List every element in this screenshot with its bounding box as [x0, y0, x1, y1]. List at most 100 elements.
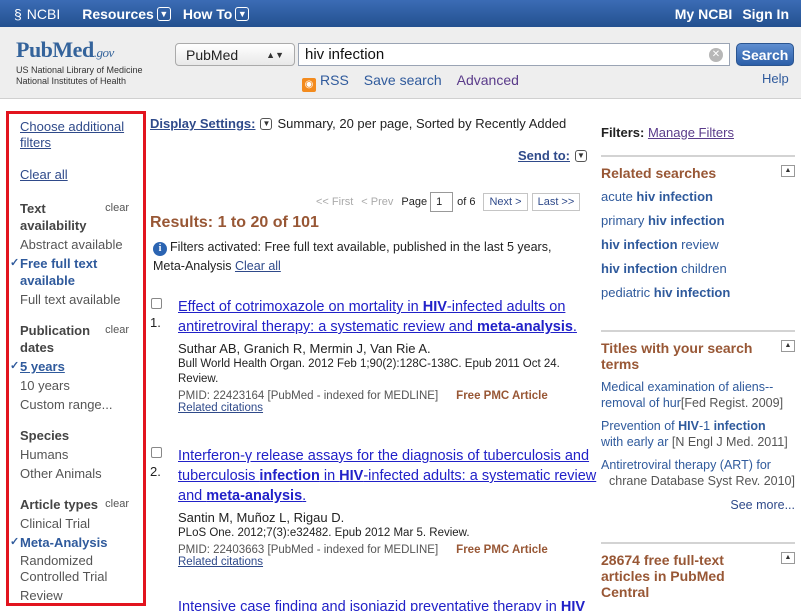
page-number-input[interactable]: 1: [430, 192, 454, 212]
result-pmid: PMID: 22423164 [PubMed - indexed for MED…: [178, 390, 439, 402]
title-item-link[interactable]: Antiretroviral therapy (ART) for chrane …: [601, 457, 795, 489]
display-settings[interactable]: Display Settings: ▼ Summary, 20 per page…: [150, 116, 566, 131]
title-part: HIV: [339, 468, 364, 484]
choose-filters-link[interactable]: Choose additional filters: [20, 119, 143, 151]
first-page-link: << First: [316, 196, 354, 208]
title-item-link[interactable]: Prevention of HIV-1 infection with early…: [601, 418, 795, 450]
result-title-link[interactable]: Interferon-γ release assays for the diag…: [178, 446, 600, 506]
next-page-button[interactable]: Next >: [483, 193, 528, 211]
result-checkbox[interactable]: [151, 298, 162, 309]
term-part: hiv infection: [647, 213, 725, 228]
related-citations-link[interactable]: Related citations: [178, 556, 600, 568]
clear-all-filters-link[interactable]: Clear all: [20, 167, 143, 183]
last-page-button[interactable]: Last >>: [531, 193, 581, 211]
howto-menu[interactable]: How To ▼: [183, 6, 250, 22]
result-number: 2.: [150, 464, 161, 479]
search-button[interactable]: Search: [736, 43, 794, 66]
filter-item-custom-range[interactable]: Custom range...: [20, 396, 143, 413]
clear-group-link[interactable]: clear: [105, 496, 129, 513]
titles-title: Titles with your search terms: [601, 340, 753, 372]
related-search-link[interactable]: acute hiv infection: [601, 185, 795, 209]
clear-group-link[interactable]: clear: [105, 200, 129, 234]
related-search-link[interactable]: pediatric hiv infection: [601, 281, 795, 305]
filter-item-10-years[interactable]: 10 years: [20, 377, 143, 394]
logo-subtitle-1: US National Library of Medicine: [16, 65, 143, 75]
clear-group-link[interactable]: clear: [105, 322, 129, 356]
title-part: in: [319, 468, 340, 484]
related-search-link[interactable]: hiv infection children: [601, 257, 795, 281]
free-pmc-link[interactable]: Free PMC Article: [456, 390, 548, 402]
search-input[interactable]: hiv infection ✕: [298, 43, 730, 66]
filter-item-humans[interactable]: Humans: [20, 446, 143, 463]
term-part: pediatric: [601, 285, 654, 300]
logo-subtitle-2: National Institutes of Health: [16, 76, 127, 86]
clear-all-link[interactable]: Clear all: [235, 259, 281, 273]
result-authors: Suthar AB, Granich R, Mermin J, Van Rie …: [178, 341, 431, 356]
filter-sidebar: Choose additional filters Clear all Text…: [6, 111, 146, 606]
logo-gov: .gov: [93, 45, 115, 60]
pubmed-logo[interactable]: PubMed.gov US National Library of Medici…: [16, 37, 143, 87]
result-journal: PLoS One. 2012;7(3):e32482. Epub 2012 Ma…: [178, 527, 470, 539]
filter-item-meta-analysis[interactable]: Meta-Analysis: [10, 534, 143, 551]
title-item-link[interactable]: Medical examination of aliens-- removal …: [601, 379, 795, 411]
filter-group-title: Publication dates: [20, 323, 91, 355]
title-source: [N Engl J Med. 2011]: [671, 435, 788, 449]
send-to-menu[interactable]: Send to: ▼: [518, 148, 592, 163]
free-full-text-panel: 28674 free full-text articles in PubMed …: [601, 542, 795, 600]
filter-item-clinical-trial[interactable]: Clinical Trial: [20, 515, 143, 532]
sign-in-link[interactable]: Sign In: [742, 6, 789, 22]
related-search-link[interactable]: primary hiv infection: [601, 209, 795, 233]
result-title-link[interactable]: Intensive case finding and isoniazid pre…: [178, 597, 600, 611]
result-authors: Santin M, Muñoz L, Rigau D.: [178, 510, 345, 525]
filter-group-article-types: Article types clear Clinical Trial Meta-A…: [10, 496, 143, 603]
clear-icon[interactable]: ✕: [709, 48, 723, 62]
filter-item-review[interactable]: Review: [20, 587, 143, 603]
filter-item-rct[interactable]: Randomized Controlled Trial: [20, 553, 143, 585]
collapse-icon[interactable]: ▲: [781, 340, 795, 352]
page-label: Page: [401, 196, 428, 208]
filter-item-other-animals[interactable]: Other Animals: [20, 465, 143, 482]
database-value: PubMed: [186, 46, 239, 63]
title-part: .: [572, 319, 577, 335]
filter-item-5-years[interactable]: 5 years: [10, 358, 143, 375]
collapse-icon[interactable]: ▲: [781, 165, 795, 177]
term-part: hiv infection: [601, 261, 678, 276]
collapse-icon[interactable]: ▲: [781, 552, 795, 564]
title-part: HIV: [560, 599, 586, 611]
filter-item-abstract[interactable]: Abstract available: [20, 236, 143, 253]
save-search-link[interactable]: Save search: [364, 72, 442, 92]
result-checkbox[interactable]: [151, 447, 162, 458]
filter-group-publication-dates: Publication datesclear 5 years 10 years …: [10, 322, 143, 413]
result-title-link[interactable]: Effect of cotrimoxazole on mortality in …: [178, 297, 600, 337]
my-ncbi-link[interactable]: My NCBI: [675, 6, 733, 22]
titles-search-terms-panel: Titles with your search terms ▲ Medical e…: [601, 330, 795, 512]
database-select[interactable]: PubMed ▲▼: [175, 43, 295, 66]
term-part: hiv infection: [601, 237, 678, 252]
rss-link[interactable]: ◉ RSS: [302, 72, 349, 92]
title-part: meta-analysis: [477, 319, 573, 335]
rss-icon: ◉: [302, 78, 316, 92]
result-item: 1. Effect of cotrimoxazole on mortality …: [150, 297, 600, 414]
see-more-link[interactable]: See more...: [601, 498, 795, 512]
results-count-title: Results: 1 to 20 of 101: [150, 214, 319, 231]
filter-group-text-availability: Text availability clear Abstract availabl…: [10, 200, 143, 308]
resources-menu[interactable]: Resources ▼: [82, 6, 171, 22]
ncbi-home-link[interactable]: § NCBI: [14, 6, 60, 22]
advanced-link[interactable]: Advanced: [457, 72, 519, 92]
help-link[interactable]: Help: [762, 71, 789, 86]
filter-group-title: Text availability: [20, 201, 87, 233]
free-pmc-link[interactable]: Free PMC Article: [456, 544, 548, 556]
page-count: of 6: [457, 196, 476, 208]
logo-med: Med: [52, 37, 94, 62]
term-part: review: [677, 237, 719, 252]
filter-item-full-text[interactable]: Full text available: [20, 291, 143, 308]
filter-item-free-full-text[interactable]: Free full text available: [10, 255, 143, 289]
search-input-value: hiv infection: [305, 46, 385, 63]
related-search-link[interactable]: hiv infection review: [601, 233, 795, 257]
term-part: primary: [601, 213, 648, 228]
chevron-down-icon: ▼: [575, 149, 587, 162]
title-source: [Fed Regist. 2009]: [680, 396, 784, 410]
related-searches-panel: Related searches ▲ acute hiv infection pr…: [601, 155, 795, 305]
related-citations-link[interactable]: Related citations: [178, 402, 600, 414]
manage-filters-link[interactable]: Manage Filters: [648, 125, 734, 140]
